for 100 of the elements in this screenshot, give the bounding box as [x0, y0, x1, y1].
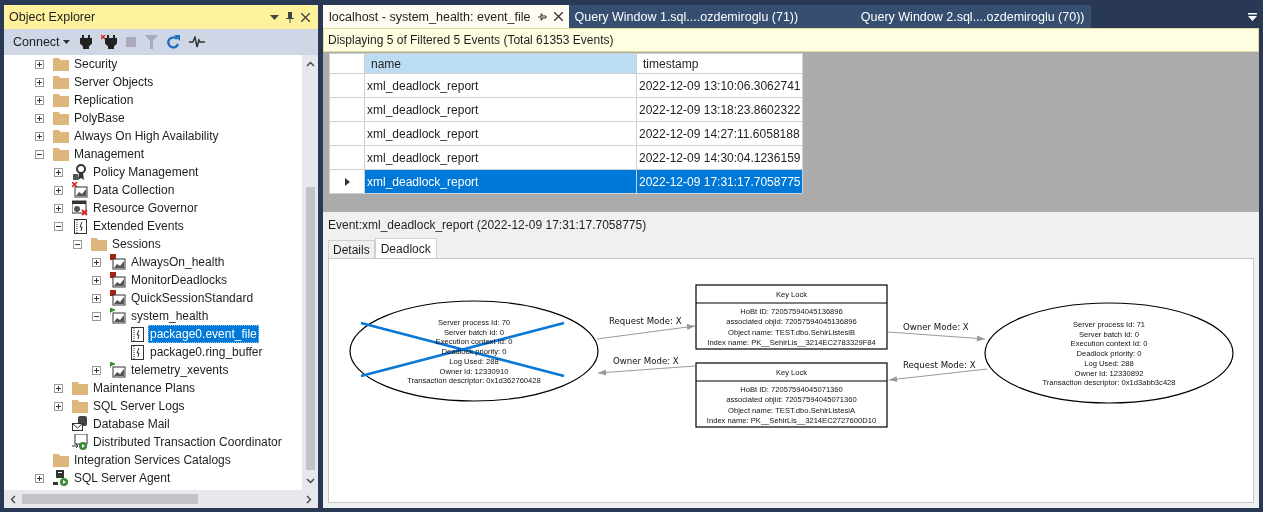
folder-icon — [53, 111, 69, 125]
expand-toggle[interactable] — [54, 167, 63, 177]
expand-toggle[interactable] — [92, 311, 101, 321]
tree-item[interactable]: Resource Governor — [91, 199, 200, 217]
expand-toggle[interactable] — [54, 203, 63, 213]
tree-item[interactable]: PolyBase — [72, 109, 127, 127]
tree-item[interactable]: Distributed Transaction Coordinator — [91, 433, 284, 451]
tree-item[interactable]: Sessions — [110, 235, 163, 253]
document-tab[interactable]: Query Window 1.sql....ozdemiroglu (71)) — [568, 5, 831, 28]
folder-icon — [53, 147, 69, 161]
expand-toggle[interactable] — [92, 257, 101, 267]
folder-icon — [53, 75, 69, 89]
expand-toggle[interactable] — [54, 383, 63, 393]
table-row[interactable]: xml_deadlock_report 2022-12-09 14:30:04.1236159 — [329, 145, 803, 170]
expand-toggle[interactable] — [54, 185, 63, 195]
tree-item[interactable]: Maintenance Plans — [91, 379, 198, 397]
document-icon — [130, 326, 144, 342]
expand-toggle[interactable] — [35, 59, 44, 69]
panel-title: Object Explorer — [9, 10, 97, 24]
tree-item[interactable]: Extended Events — [91, 217, 186, 235]
tree-item[interactable]: Database Mail — [91, 415, 172, 433]
tree-item[interactable]: SQL Server Logs — [91, 397, 187, 415]
folder-icon — [53, 129, 69, 143]
pin-icon[interactable] — [537, 12, 547, 21]
document-tab[interactable]: Query Window 2.sql....ozdemiroglu (70)) — [830, 5, 1091, 28]
table-row[interactable]: xml_deadlock_report 2022-12-09 14:27:11.6058188 — [329, 121, 803, 146]
column-header[interactable]: name — [364, 53, 637, 74]
expand-toggle[interactable] — [73, 239, 82, 249]
caret-icon — [62, 40, 70, 44]
detail-tab[interactable]: Details — [328, 240, 375, 258]
edge-label: Request Mode: X — [609, 316, 682, 326]
expand-toggle[interactable] — [35, 113, 44, 123]
folder-icon — [53, 93, 69, 107]
window-icon — [72, 200, 88, 216]
tree-item[interactable]: QuickSessionStandard — [129, 289, 256, 307]
expand-toggle[interactable] — [92, 365, 101, 375]
expand-toggle[interactable] — [35, 95, 44, 105]
table-row[interactable]: xml_deadlock_report 2022-12-09 13:18:23.8602322 — [329, 97, 803, 122]
folder-icon — [91, 237, 107, 251]
dropdown-icon[interactable] — [1248, 12, 1257, 21]
event-title: Event:xml_deadlock_report (2022-12-09 17:31:17.7058775) — [328, 217, 648, 234]
tree-item[interactable]: package0.event_file — [148, 325, 259, 343]
scroll-down-icon[interactable] — [305, 478, 315, 484]
document-icon — [130, 344, 144, 360]
chart-icon — [72, 182, 88, 198]
plug-icon[interactable] — [79, 35, 92, 49]
pin-icon[interactable] — [286, 11, 294, 23]
folder-icon — [53, 57, 69, 71]
refresh-icon[interactable] — [166, 35, 180, 49]
scroll-right-icon[interactable] — [306, 494, 312, 504]
lock-node[interactable] — [695, 362, 888, 428]
horizontal-scrollbar[interactable] — [4, 490, 318, 508]
expand-toggle[interactable] — [35, 473, 44, 483]
expand-toggle[interactable] — [54, 401, 63, 411]
table-cell: 2022-12-09 14:30:04.1236159 — [636, 145, 803, 170]
tree-item[interactable]: Replication — [72, 91, 136, 109]
close-icon[interactable] — [301, 12, 310, 22]
tree-item[interactable]: Server Objects — [72, 73, 156, 91]
tree-item[interactable]: telemetry_xevents — [129, 361, 231, 379]
table-row[interactable]: xml_deadlock_report 2022-12-09 13:10:06.3062741 — [329, 73, 803, 98]
close-icon[interactable] — [553, 12, 563, 21]
table-row[interactable]: xml_deadlock_report 2022-12-09 17:31:17.7058775 — [329, 169, 803, 194]
edge-label: Owner Mode: X — [903, 322, 969, 332]
tree-item[interactable]: SQL Server Agent — [72, 469, 173, 487]
tree-item[interactable]: AlwaysOn_health — [129, 253, 227, 271]
tree-item[interactable]: Always On High Availability — [72, 127, 221, 145]
connect-button[interactable]: Connect — [12, 33, 71, 51]
document-tab[interactable]: localhost - system_health: event_file — [323, 5, 569, 28]
scroll-up-icon[interactable] — [305, 61, 315, 67]
expand-toggle[interactable] — [35, 131, 44, 141]
expand-toggle[interactable] — [35, 149, 44, 159]
server-icon — [53, 470, 69, 486]
tree-item[interactable]: package0.ring_buffer — [148, 343, 265, 361]
row-pointer-icon — [344, 177, 350, 186]
vertical-scrollbar[interactable] — [302, 55, 318, 490]
expand-toggle[interactable] — [35, 77, 44, 87]
disconnect-icon[interactable] — [100, 35, 117, 49]
expand-toggle[interactable] — [54, 221, 63, 231]
award-icon — [73, 164, 87, 180]
tree-item[interactable]: Management — [72, 145, 147, 163]
lock-node[interactable] — [695, 284, 888, 350]
tree-item[interactable]: Data Collection — [91, 181, 177, 199]
tree-item[interactable]: MonitorDeadlocks — [129, 271, 230, 289]
edge-label: Owner Mode: X — [613, 356, 679, 366]
process-node[interactable] — [349, 300, 599, 402]
table-cell: xml_deadlock_report — [364, 97, 637, 122]
expand-toggle[interactable] — [92, 275, 101, 285]
tree-item[interactable]: system_health — [129, 307, 211, 325]
folder-icon — [53, 453, 69, 467]
activity-icon[interactable] — [188, 36, 205, 48]
scroll-left-icon[interactable] — [10, 494, 16, 504]
tree-item[interactable]: Integration Services Catalogs — [72, 451, 233, 469]
column-header[interactable]: timestamp — [636, 53, 803, 74]
tree-item[interactable]: Security — [72, 55, 120, 73]
server-icon — [72, 434, 88, 450]
dropdown-icon[interactable] — [270, 14, 279, 20]
expand-toggle[interactable] — [92, 293, 101, 303]
tree-item[interactable]: Policy Management — [91, 163, 201, 181]
process-node[interactable] — [984, 302, 1234, 404]
detail-tab[interactable]: Deadlock — [374, 238, 437, 258]
